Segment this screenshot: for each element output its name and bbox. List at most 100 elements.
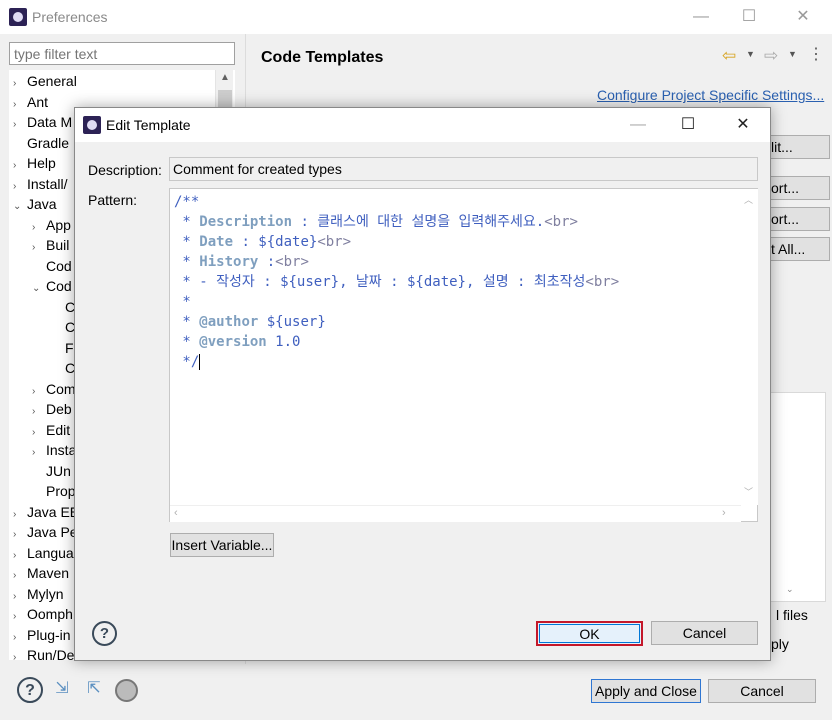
chevron-down-icon[interactable]: ▼ [746, 49, 755, 59]
pattern-editor[interactable]: /** * Description : 클래스에 대한 설명을 입력해주세요.<… [169, 188, 758, 522]
tree-item-label: Cod [46, 278, 72, 294]
chevron-down-icon[interactable]: ⌄ [13, 197, 27, 217]
tree-item-label: Java EE [27, 503, 80, 520]
tree-item[interactable]: › Mylyn [13, 584, 64, 604]
chevron-down-icon[interactable]: ⌄ [786, 584, 794, 595]
tree-item-label: Mylyn [27, 585, 64, 602]
html-tag: <br> [544, 214, 578, 230]
tree-item[interactable]: › App [32, 215, 71, 235]
code-text: : 클래스에 대한 설명을 입력해주세요. [292, 214, 545, 230]
tree-item[interactable]: › Plug-in [13, 625, 71, 645]
apply-and-close-button[interactable]: Apply and Close [591, 679, 701, 703]
tree-item-label: Cod [46, 257, 72, 274]
code-text: * - 작성자 : ${user}, 날짜 : ${date}, 설명 : 최초… [174, 274, 586, 290]
tree-item[interactable]: › Run/De [13, 645, 74, 660]
tree-item[interactable]: Gradle [13, 133, 69, 153]
pattern-horizontal-scrollbar[interactable]: ‹ › [170, 505, 741, 522]
tree-item-label: Java Pe [27, 524, 78, 540]
tree-item-label: JUn [46, 462, 71, 479]
tree-item[interactable]: C [51, 297, 75, 317]
back-arrow-icon[interactable]: ⇦ [722, 46, 736, 66]
import-button[interactable]: ort... [770, 176, 830, 200]
import-icon[interactable]: ⇲ [49, 677, 75, 703]
tree-item[interactable]: Prop [32, 481, 76, 501]
oomph-record-icon[interactable] [115, 679, 138, 702]
tree-item[interactable]: C [51, 317, 75, 337]
maximize-button[interactable]: ☐ [726, 0, 772, 34]
javadoc-keyword: @author [199, 314, 259, 330]
tree-item[interactable]: F [51, 338, 74, 358]
dialog-close-button[interactable]: ✕ [720, 108, 766, 142]
help-icon[interactable]: ? [92, 621, 117, 646]
pattern-preview [770, 392, 826, 602]
tree-item-label: Ant [27, 93, 49, 110]
tree-item[interactable]: › Oomph [13, 604, 73, 624]
tree-item-label: Java [27, 196, 57, 212]
tree-item-label: Run/De [27, 647, 75, 660]
tree-item-label: Com [46, 380, 76, 397]
tree-item-label: Edit [46, 421, 71, 438]
tree-item-label: App [46, 216, 71, 233]
tree-item[interactable]: › General [13, 71, 77, 91]
tree-item[interactable]: › Install/ [13, 174, 67, 194]
tree-item[interactable]: › Langua [13, 543, 74, 563]
tree-item[interactable]: › Edit [32, 420, 70, 440]
tree-item[interactable]: › Ant [13, 92, 48, 112]
tree-item-label: Oomph [27, 606, 73, 622]
cancel-button[interactable]: Cancel [708, 679, 816, 703]
tree-item[interactable]: JUn [32, 461, 71, 481]
edit-button[interactable]: lit... [770, 135, 830, 159]
export-button[interactable]: ort... [770, 207, 830, 231]
scroll-up-icon[interactable]: ▲ [216, 72, 234, 88]
tree-item[interactable]: C [51, 358, 75, 378]
ok-button[interactable]: OK [536, 621, 643, 646]
scroll-up-icon[interactable]: ︿ [744, 193, 753, 206]
html-tag: <br> [585, 274, 620, 290]
tree-item[interactable]: › Help [13, 153, 56, 173]
dialog-minimize-button[interactable]: — [615, 108, 661, 142]
tree-item[interactable]: ⌄ Cod [32, 276, 72, 296]
tree-item[interactable]: › Com [32, 379, 76, 399]
tree-item[interactable]: › Java EE [13, 502, 79, 522]
pattern-vertical-scrollbar[interactable]: ︿ ﹀ [741, 189, 758, 505]
chevron-down-icon[interactable]: ⌄ [32, 279, 46, 299]
eclipse-app-icon [9, 8, 27, 26]
code-line: * [174, 314, 200, 330]
code-line: * [174, 234, 200, 250]
forward-arrow-icon[interactable]: ⇨ [764, 46, 778, 66]
filter-input[interactable] [9, 42, 235, 65]
scroll-right-icon[interactable]: › [722, 507, 726, 519]
code-line: /** [174, 194, 200, 210]
export-all-button[interactable]: t All... [770, 237, 830, 261]
export-icon[interactable]: ⇱ [81, 677, 107, 703]
insert-variable-button[interactable]: Insert Variable... [170, 533, 274, 557]
help-icon[interactable]: ? [17, 677, 43, 703]
tree-item[interactable]: › Java Pe [13, 522, 78, 542]
description-field[interactable]: Comment for created types [169, 157, 758, 181]
html-tag: <br> [317, 234, 352, 250]
configure-project-settings-link[interactable]: Configure Project Specific Settings... [597, 87, 824, 103]
scroll-left-icon[interactable]: ‹ [174, 507, 178, 519]
close-button[interactable]: ✕ [780, 0, 826, 34]
tree-item[interactable]: › Maven [13, 563, 69, 583]
more-menu-icon[interactable]: ⋮ [808, 44, 824, 64]
chevron-down-icon[interactable]: ▼ [788, 49, 797, 59]
apply-button[interactable]: ply [771, 636, 789, 652]
chevron-right-icon[interactable]: › [13, 648, 27, 660]
scroll-down-icon[interactable]: ﹀ [744, 485, 753, 498]
tree-item[interactable]: › Data M [13, 112, 72, 132]
tree-item[interactable]: › Deb [32, 399, 72, 419]
dialog-cancel-button[interactable]: Cancel [651, 621, 758, 645]
code-line: * [174, 294, 191, 310]
tree-item[interactable]: ⌄ Java [13, 194, 57, 214]
minimize-button[interactable]: — [678, 0, 724, 34]
tree-item[interactable]: Cod [32, 256, 72, 276]
comment-files-checkbox-label[interactable]: l files [776, 607, 808, 623]
tree-item-label: General [27, 73, 77, 89]
dialog-maximize-button[interactable]: ☐ [665, 108, 711, 142]
tree-item-label: Data M [27, 114, 73, 130]
tree-item[interactable]: › Insta [32, 440, 76, 460]
pattern-code[interactable]: /** * Description : 클래스에 대한 설명을 입력해주세요.<… [174, 192, 619, 372]
tree-item[interactable]: › Buil [32, 235, 69, 255]
tree-item-label: Insta [46, 442, 77, 458]
